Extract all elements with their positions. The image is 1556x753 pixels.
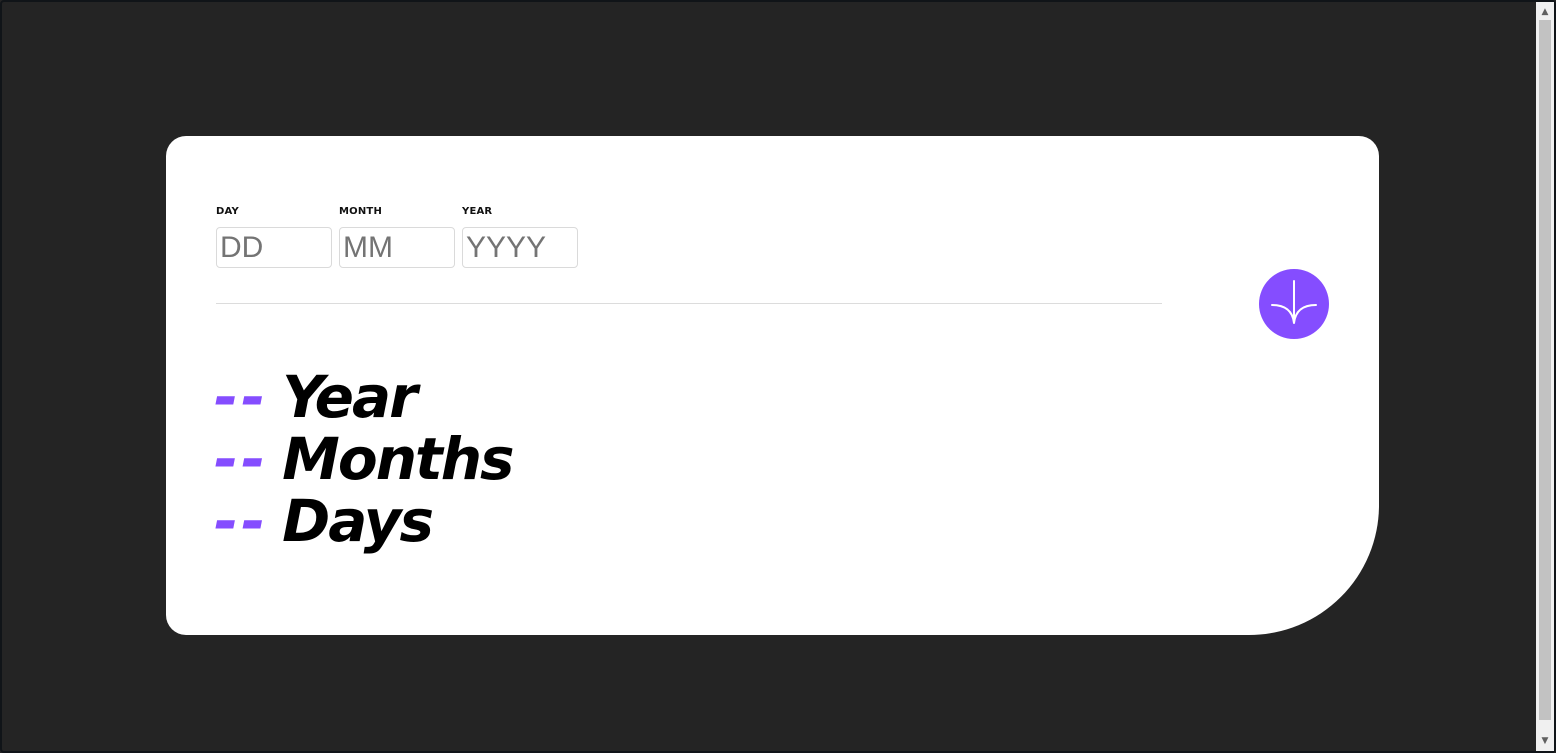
year-label: YEAR (462, 206, 493, 217)
year-field: YEAR (462, 206, 578, 268)
day-input[interactable] (216, 227, 332, 268)
month-input[interactable] (339, 227, 455, 268)
age-calculator-card: DAY MONTH YEAR --Year --M (166, 136, 1379, 635)
arrow-down-icon (1271, 280, 1317, 324)
result-days: -- Days (214, 490, 513, 552)
month-label: MONTH (339, 206, 383, 217)
days-unit: Days (282, 487, 434, 555)
submit-button[interactable] (1259, 269, 1329, 339)
result-months: -- Months (214, 425, 515, 493)
scroll-up-icon[interactable]: ▲ (1536, 4, 1554, 20)
day-label: DAY (216, 206, 239, 217)
date-fields: DAY MONTH YEAR (216, 206, 578, 268)
divider (216, 303, 1162, 304)
browser-window: DAY MONTH YEAR --Year --M (0, 0, 1556, 753)
day-field: DAY (216, 206, 332, 268)
scrollbar-thumb[interactable] (1539, 20, 1551, 720)
results: -- Year -- Months -- Days (214, 366, 515, 552)
scroll-down-icon[interactable]: ▼ (1536, 733, 1554, 749)
year-input[interactable] (462, 227, 578, 268)
result-years: -- Year (214, 366, 513, 428)
month-field: MONTH (339, 206, 455, 268)
vertical-scrollbar[interactable]: ▲ ▼ (1536, 2, 1554, 751)
months-value: -- (214, 425, 269, 493)
months-unit: Months (282, 425, 514, 493)
years-unit: Year (282, 363, 418, 431)
years-value: -- (214, 363, 269, 431)
days-value: -- (214, 487, 269, 555)
